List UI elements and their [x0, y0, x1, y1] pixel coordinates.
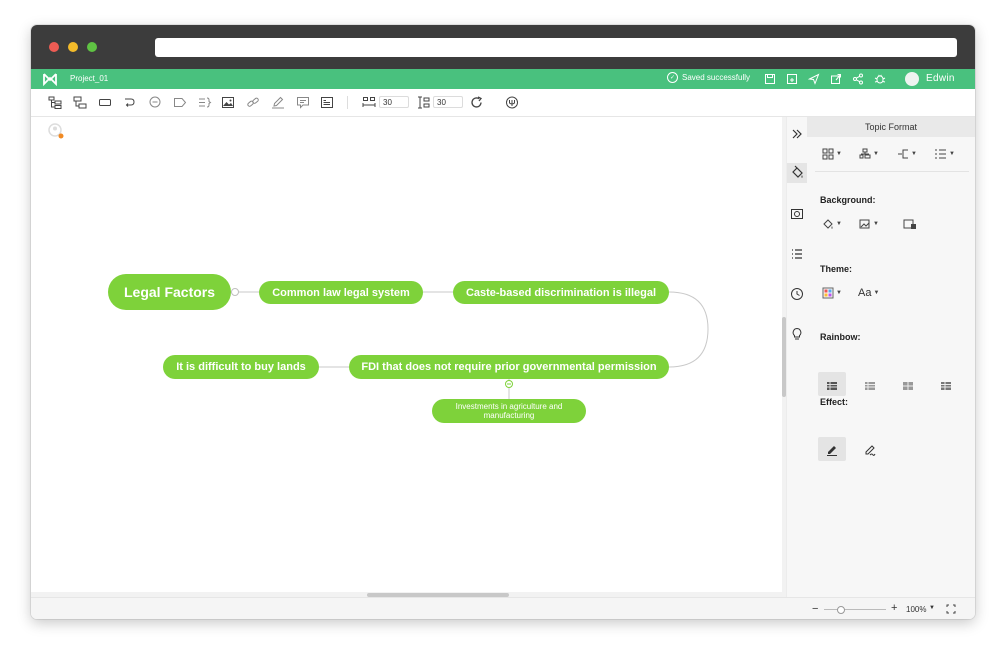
mindmap-canvas[interactable]: Legal Factors Common law legal system Ca…: [31, 117, 782, 592]
save-status-text: Saved successfully: [682, 73, 751, 82]
avatar[interactable]: [905, 72, 919, 86]
width-input[interactable]: 30: [379, 96, 409, 108]
save-icon[interactable]: [764, 73, 776, 85]
floating-topic-icon[interactable]: [98, 96, 112, 109]
topic-node[interactable]: It is difficult to buy lands: [163, 355, 319, 379]
add-topic-icon[interactable]: [48, 96, 62, 109]
width-icon: [362, 96, 376, 109]
outline-tab-icon[interactable]: [790, 247, 804, 261]
rainbow-option-4[interactable]: [940, 379, 960, 393]
project-name[interactable]: Project_01: [70, 74, 108, 83]
panel-divider: [815, 171, 969, 172]
background-label: Background:: [820, 195, 876, 205]
app-logo-icon[interactable]: [42, 72, 58, 87]
user-name[interactable]: Edwin: [926, 73, 955, 84]
rainbow-option-3[interactable]: [902, 379, 922, 393]
ai-assistant-icon[interactable]: [505, 96, 519, 109]
theme-label: Theme:: [820, 264, 853, 274]
rainbow-option-2[interactable]: [864, 379, 884, 393]
root-topic[interactable]: Legal Factors: [108, 274, 231, 310]
status-bar: − + 100% ▼: [31, 597, 975, 619]
topic-format-panel: Topic Format ▼ ▼ ▼ ▼ Background: ▼ ▼ The…: [807, 117, 975, 597]
side-tab-bar: [786, 117, 808, 597]
chevron-down-icon[interactable]: ▼: [929, 605, 935, 611]
rainbow-grid-icon: [826, 379, 846, 393]
reset-icon[interactable]: [470, 96, 484, 109]
pen-icon: [826, 443, 846, 457]
zoom-slider[interactable]: [824, 609, 886, 610]
toolbar: 30 30: [31, 89, 975, 117]
numbering-dropdown[interactable]: ▼: [935, 147, 955, 161]
address-bar[interactable]: [155, 38, 957, 57]
clear-background-icon[interactable]: [903, 217, 923, 231]
outline-icon[interactable]: [320, 96, 334, 109]
theme-font-dropdown[interactable]: Aa ▼: [858, 286, 892, 300]
zoom-out-button[interactable]: −: [812, 603, 818, 615]
zoom-level[interactable]: 100%: [906, 605, 926, 614]
rainbow-label: Rainbow:: [820, 332, 861, 342]
minimize-window-button[interactable]: [68, 42, 78, 52]
app-header: Project_01 ✓ Saved successfully Edwin: [31, 69, 975, 89]
relationship-icon[interactable]: [123, 96, 137, 109]
check-circle-icon: ✓: [667, 72, 678, 83]
app-window: Project_01 ✓ Saved successfully Edwin 30…: [31, 25, 975, 619]
fill-color-dropdown[interactable]: ▼: [822, 217, 842, 231]
background-image-dropdown[interactable]: ▼: [859, 217, 879, 231]
add-subtopic-icon[interactable]: [73, 96, 87, 109]
window-titlebar: [31, 25, 975, 69]
theme-font-label: Aa: [858, 287, 872, 299]
link-icon[interactable]: [246, 96, 260, 109]
zoom-slider-handle[interactable]: [837, 606, 845, 614]
save-status: ✓ Saved successfully: [667, 72, 750, 83]
send-icon[interactable]: [807, 73, 820, 85]
height-icon: [417, 96, 431, 109]
callout-icon[interactable]: [296, 96, 310, 109]
connector-dropdown[interactable]: ▼: [897, 147, 917, 161]
image-icon[interactable]: [221, 96, 235, 109]
structure-dropdown[interactable]: ▼: [859, 147, 879, 161]
layout-dropdown[interactable]: ▼: [822, 147, 842, 161]
save-as-icon[interactable]: [786, 73, 798, 85]
topic-node[interactable]: Common law legal system: [259, 281, 423, 304]
comment-icon[interactable]: [148, 96, 162, 109]
panel-title: Topic Format: [807, 117, 975, 137]
bug-icon[interactable]: [874, 73, 886, 85]
effect-label: Effect:: [820, 397, 849, 407]
theme-color-dropdown[interactable]: ▼: [822, 286, 842, 300]
topic-format-tab[interactable]: [787, 163, 808, 183]
share-icon[interactable]: [852, 73, 864, 85]
summary-icon[interactable]: [198, 96, 212, 109]
topic-node[interactable]: FDI that does not require prior governme…: [349, 355, 669, 379]
subtopic-node[interactable]: Investments in agriculture and manufactu…: [432, 399, 586, 423]
maximize-window-button[interactable]: [87, 42, 97, 52]
export-icon[interactable]: [830, 73, 842, 85]
topic-node[interactable]: Caste-based discrimination is illegal: [453, 281, 669, 304]
history-tab-icon[interactable]: [790, 287, 804, 301]
height-input[interactable]: 30: [433, 96, 463, 108]
toolbar-divider: [347, 96, 348, 109]
collaborator-icon[interactable]: [48, 123, 64, 139]
hand-drawn-icon[interactable]: [864, 443, 884, 457]
collapse-panel-icon[interactable]: [790, 127, 804, 141]
style-tab-icon[interactable]: [790, 207, 804, 221]
fullscreen-icon[interactable]: [946, 604, 956, 614]
label-icon[interactable]: [173, 96, 187, 109]
close-window-button[interactable]: [49, 42, 59, 52]
note-icon[interactable]: [271, 96, 285, 109]
zoom-in-button[interactable]: +: [891, 602, 897, 614]
lightbulb-icon[interactable]: [790, 327, 804, 341]
